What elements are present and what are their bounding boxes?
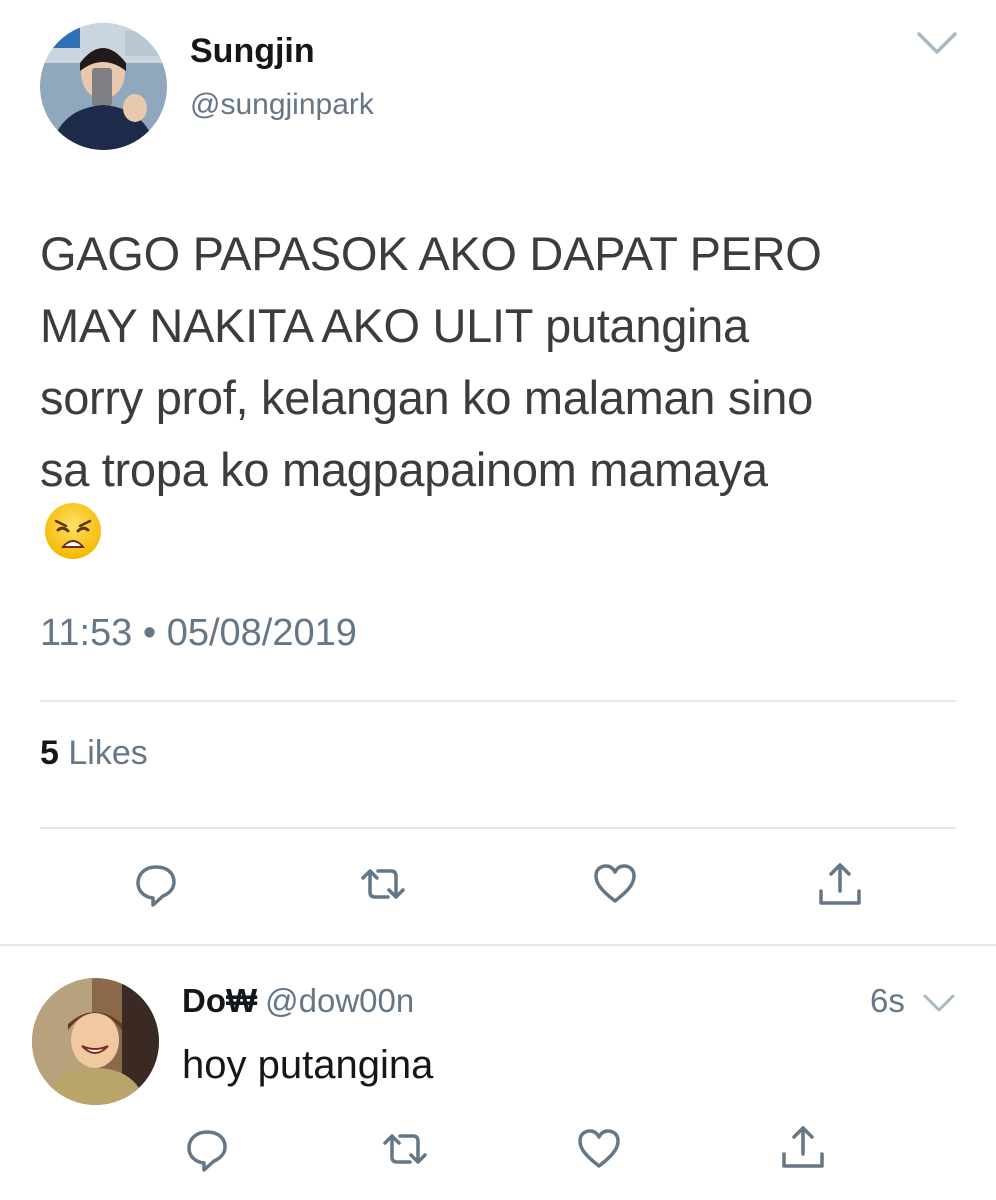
user-handle[interactable]: @sungjinpark (190, 88, 374, 122)
retweet-icon[interactable] (378, 1122, 432, 1176)
tweet-text: GAGO PAPASOK AKO DAPAT PERO MAY NAKITA A… (40, 218, 970, 506)
weary-face-emoji (44, 502, 102, 560)
reply-icon[interactable] (129, 857, 183, 911)
tweet-text-line: MAY NAKITA AKO ULIT putangina (40, 299, 749, 352)
reply-author[interactable]: Do₩ @dow00n (182, 982, 414, 1020)
avatar[interactable] (32, 978, 159, 1105)
display-name[interactable]: Sungjin (190, 32, 315, 71)
like-icon[interactable] (588, 857, 642, 911)
chevron-down-icon[interactable] (922, 993, 956, 1013)
likes-label: Likes (68, 734, 148, 772)
reply-icon[interactable] (180, 1122, 234, 1176)
share-icon[interactable] (813, 857, 867, 911)
reply-user-handle[interactable]: @dow00n (265, 982, 414, 1019)
reply-timestamp: 6s (870, 982, 905, 1019)
reply-display-name[interactable]: Do₩ (182, 982, 257, 1019)
divider (0, 944, 996, 946)
reply-text: hoy putangina (182, 1043, 434, 1087)
divider (40, 700, 956, 702)
likes-count[interactable]: 5 Likes (40, 734, 148, 773)
tweet-text-line: sorry prof, kelangan ko malaman sino (40, 371, 813, 424)
tweet-text-line: sa tropa ko magpapainom mamaya (40, 443, 768, 496)
tweet-timestamp[interactable]: 11:53 • 05/08/2019 (40, 612, 357, 655)
tweet-text-line: GAGO PAPASOK AKO DAPAT PERO (40, 227, 822, 280)
like-icon[interactable] (572, 1122, 626, 1176)
share-icon[interactable] (776, 1120, 830, 1174)
retweet-icon[interactable] (356, 857, 410, 911)
likes-number: 5 (40, 734, 59, 772)
chevron-down-icon[interactable] (916, 30, 958, 56)
avatar[interactable] (40, 23, 167, 150)
divider (40, 827, 956, 829)
